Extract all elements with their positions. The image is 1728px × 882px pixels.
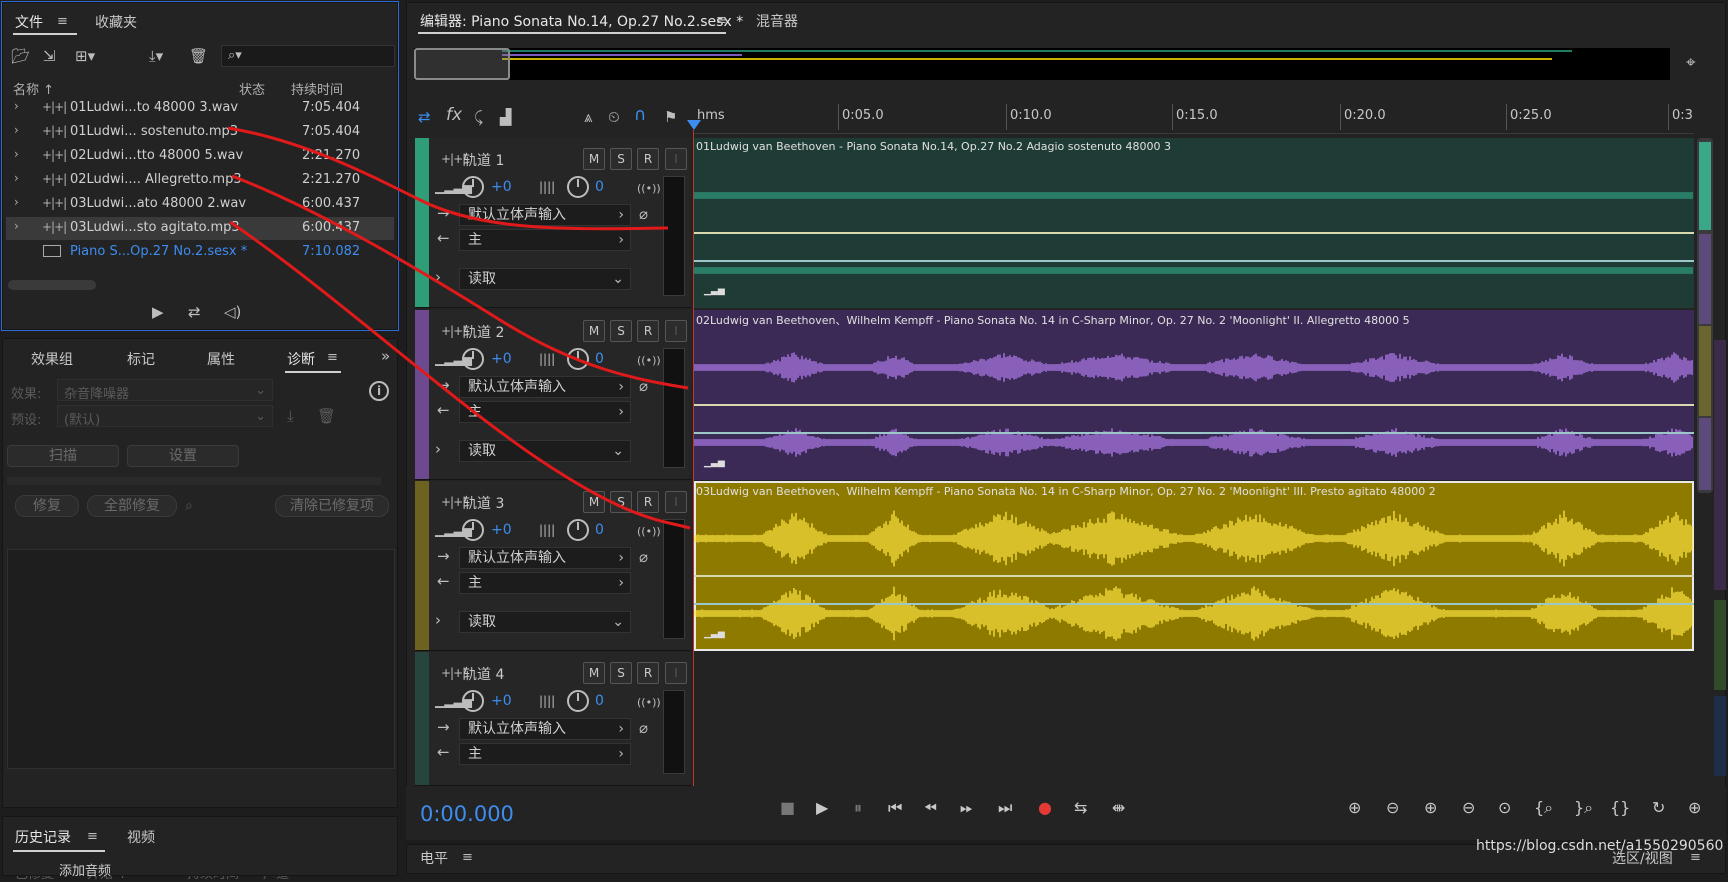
annotation-stroke-2 bbox=[231, 174, 689, 390]
red-annotation-strokes bbox=[227, 126, 691, 530]
annotation-stroke-1 bbox=[227, 126, 669, 231]
